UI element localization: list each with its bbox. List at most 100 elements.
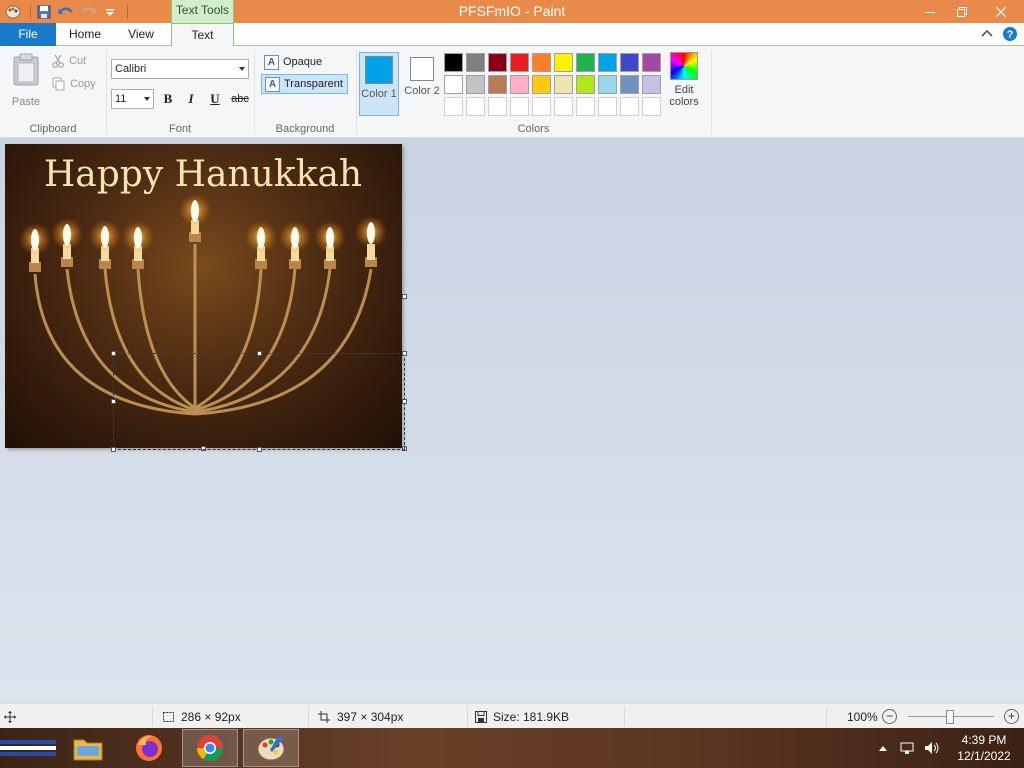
palette-color-swatch[interactable] (642, 53, 661, 72)
custom-color-slot[interactable] (444, 97, 463, 116)
palette-color-swatch[interactable] (620, 75, 639, 94)
qat-separator (30, 4, 31, 19)
clock-time: 4:39 PM (961, 733, 1007, 747)
paste-button[interactable]: Paste (6, 52, 46, 108)
tab-text[interactable]: Text (171, 23, 234, 47)
selection-icon (163, 711, 174, 722)
font-family-select[interactable]: Calibri (111, 59, 249, 79)
close-button[interactable] (978, 0, 1024, 23)
color1-button[interactable]: Color 1 (359, 52, 399, 116)
minimize-ribbon-icon[interactable] (980, 27, 994, 41)
text-box-selection[interactable] (113, 353, 405, 450)
custom-color-slot[interactable] (510, 97, 529, 116)
palette-color-swatch[interactable] (642, 75, 661, 94)
paste-label: Paste (11, 96, 41, 108)
redo-icon[interactable] (79, 3, 97, 21)
start-button[interactable] (0, 729, 56, 767)
zoom-out-button[interactable]: − (882, 709, 897, 724)
undo-icon[interactable] (57, 3, 75, 21)
palette-color-swatch[interactable] (554, 53, 573, 72)
cursor-position (4, 704, 22, 729)
opaque-icon: A (264, 54, 279, 70)
text-box-handle[interactable] (402, 399, 407, 404)
font-size-value: 11 (115, 93, 127, 105)
tab-home[interactable]: Home (56, 23, 114, 46)
status-separator (152, 707, 153, 726)
palette-color-swatch[interactable] (576, 75, 595, 94)
palette-color-swatch[interactable] (444, 75, 463, 94)
palette-color-swatch[interactable] (532, 53, 551, 72)
palette-color-swatch[interactable] (488, 53, 507, 72)
palette-color-swatch[interactable] (510, 53, 529, 72)
palette-color-swatch[interactable] (598, 53, 617, 72)
text-box-handle[interactable] (111, 399, 116, 404)
taskbar-firefox[interactable] (121, 729, 177, 767)
chevron-up-icon[interactable] (878, 744, 888, 752)
color2-button[interactable]: Color 2 (402, 52, 442, 116)
palette-color-swatch[interactable] (466, 75, 485, 94)
paint-app-icon[interactable] (4, 3, 22, 21)
taskbar-chrome[interactable] (182, 729, 238, 767)
custom-color-slot[interactable] (642, 97, 661, 116)
bold-button[interactable]: B (158, 90, 178, 108)
transparent-button[interactable]: A Transparent (261, 74, 348, 94)
zoom-in-button[interactable]: + (1004, 709, 1019, 724)
close-icon (996, 6, 1006, 17)
italic-button[interactable]: I (181, 90, 201, 108)
opaque-button[interactable]: A Opaque (261, 52, 348, 72)
text-box-handle[interactable] (111, 447, 116, 452)
paint-palette-icon (257, 736, 285, 761)
quick-access-toolbar (0, 0, 128, 23)
palette-color-swatch[interactable] (598, 75, 617, 94)
custom-color-slot[interactable] (598, 97, 617, 116)
file-size-value: Size: 181.9KB (493, 709, 570, 724)
text-box-handle[interactable] (402, 351, 407, 356)
text-box-handle[interactable] (257, 351, 262, 356)
copy-button[interactable]: Copy (52, 75, 96, 93)
palette-color-swatch[interactable] (576, 53, 595, 72)
palette-color-swatch[interactable] (488, 75, 507, 94)
color1-label: Color 1 (361, 88, 397, 100)
group-separator (711, 50, 712, 134)
zoom-slider-thumb[interactable] (946, 710, 954, 724)
custom-color-slot[interactable] (620, 97, 639, 116)
text-tools-context-label: Text Tools (171, 0, 234, 23)
status-separator (308, 707, 309, 726)
strikethrough-button[interactable]: abc (229, 90, 251, 108)
taskbar-paint[interactable] (243, 729, 299, 767)
font-size-select[interactable]: 11 (111, 89, 154, 109)
custom-color-slot[interactable] (466, 97, 485, 116)
custom-color-slot[interactable] (532, 97, 551, 116)
volume-icon[interactable] (924, 741, 940, 755)
tab-file[interactable]: File (0, 23, 56, 46)
taskbar-file-explorer[interactable] (60, 729, 116, 767)
custom-color-slot[interactable] (554, 97, 573, 116)
minimize-button[interactable] (914, 0, 946, 23)
palette-color-swatch[interactable] (532, 75, 551, 94)
text-box-handle[interactable] (257, 447, 262, 452)
color2-swatch (410, 57, 434, 81)
palette-color-swatch[interactable] (466, 53, 485, 72)
opaque-label: Opaque (283, 56, 323, 68)
palette-color-swatch[interactable] (444, 53, 463, 72)
selection-size-value: 286 × 92px (181, 709, 241, 724)
taskbar-clock[interactable]: 4:39 PM 12/1/2022 (952, 732, 1016, 764)
edit-colors-button[interactable]: Edit colors (667, 52, 701, 116)
custom-color-slot[interactable] (488, 97, 507, 116)
canvas-resize-handle-right[interactable] (402, 294, 407, 299)
restore-button[interactable] (946, 0, 978, 23)
network-icon[interactable] (900, 741, 914, 755)
tab-view[interactable]: View (114, 23, 168, 46)
custom-color-slot[interactable] (576, 97, 595, 116)
copy-icon (52, 77, 65, 91)
palette-color-swatch[interactable] (510, 75, 529, 94)
text-box-handle[interactable] (111, 351, 116, 356)
palette-color-swatch[interactable] (554, 75, 573, 94)
customize-qat-icon[interactable] (101, 3, 119, 21)
copy-label: Copy (70, 78, 96, 90)
underline-button[interactable]: U (205, 90, 225, 108)
cut-button[interactable]: Cut (52, 52, 86, 70)
palette-color-swatch[interactable] (620, 53, 639, 72)
help-icon[interactable]: ? (1002, 26, 1018, 42)
save-icon[interactable] (35, 3, 53, 21)
